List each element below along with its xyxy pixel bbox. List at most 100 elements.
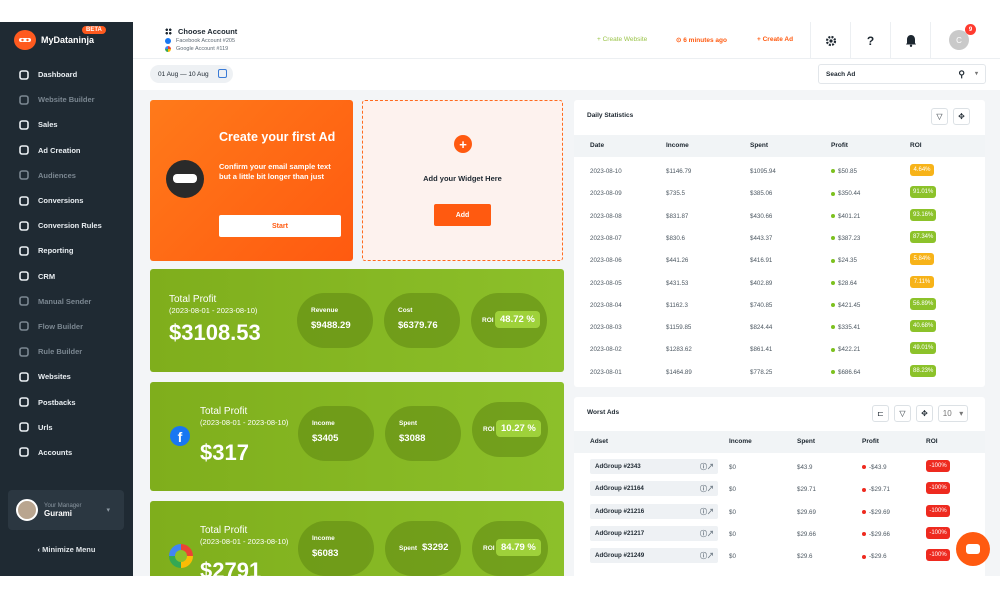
- sidebar-item-label: Reporting: [38, 246, 74, 256]
- col-roi[interactable]: ROI: [910, 142, 922, 149]
- adset-cell[interactable]: AdGroup #21216 ⓘ↗: [590, 503, 718, 519]
- create-website-link[interactable]: + Create Website: [597, 36, 647, 43]
- positive-dot-icon: [831, 169, 835, 174]
- positive-dot-icon: [831, 236, 835, 241]
- notification-badge: 9: [965, 24, 976, 35]
- hierarchy-icon[interactable]: ⊏: [872, 405, 889, 422]
- cost-value: $6379.76: [398, 320, 438, 331]
- profit-value: $335.41: [838, 324, 861, 332]
- sidebar-item-dashboard[interactable]: Dashboard: [0, 62, 133, 87]
- date-range-picker[interactable]: 01 Aug — 10 Aug: [150, 65, 233, 83]
- profit-value: -$43.9: [869, 464, 887, 471]
- brand[interactable]: MyDataninja: [14, 30, 94, 50]
- cell-profit: -$29.6: [862, 553, 887, 560]
- adset-cell[interactable]: AdGroup #21249 ⓘ↗: [590, 548, 718, 564]
- cell-income: $831.87: [666, 212, 689, 220]
- ninja-avatar-icon: [166, 160, 204, 198]
- cell-spent: $430.66: [750, 212, 773, 220]
- col-income[interactable]: Income: [666, 142, 689, 149]
- table-row: 2023-08-04 $1162.3 $740.85 $421.45 56.89%: [574, 294, 985, 316]
- sidebar-item-conversion-rules[interactable]: Conversion Rules: [0, 213, 133, 238]
- sidebar-item-reporting[interactable]: Reporting: [0, 238, 133, 263]
- plus-icon[interactable]: +: [454, 135, 472, 153]
- manager-card[interactable]: Your Manager Gurami ▾: [8, 490, 124, 530]
- start-button[interactable]: Start: [219, 215, 341, 237]
- adset-cell[interactable]: AdGroup #21217 ⓘ↗: [590, 525, 718, 541]
- positive-dot-icon: [831, 280, 835, 285]
- sidebar-item-sales[interactable]: Sales: [0, 112, 133, 137]
- sidebar-item-audiences[interactable]: Audiences: [0, 163, 133, 188]
- sidebar-item-flow-builder[interactable]: Flow Builder: [0, 314, 133, 339]
- info-external-link-icon[interactable]: ⓘ↗: [700, 484, 714, 494]
- info-external-link-icon[interactable]: ⓘ↗: [700, 529, 714, 539]
- page-size-value: 10: [942, 409, 952, 418]
- worst-ads-panel: Worst Ads ⊏ ▽ ✥ 10 ▾ Adset Income Spent P…: [574, 397, 985, 576]
- google-account: Google Account #119: [176, 46, 229, 52]
- account-chooser[interactable]: Choose Account Facebook Account #205 Goo…: [165, 27, 237, 52]
- sidebar-item-ad-creation[interactable]: Ad Creation: [0, 138, 133, 163]
- cell-profit: $422.21: [831, 346, 860, 353]
- sidebar-item-crm[interactable]: CRM: [0, 264, 133, 289]
- sidebar-item-postbacks[interactable]: Postbacks: [0, 389, 133, 414]
- profit-date: (2023-08-01 - 2023-08-10): [200, 537, 289, 546]
- cell-spent: $1095.94: [750, 168, 776, 175]
- cell-income: $0: [729, 508, 736, 516]
- sidebar-item-urls[interactable]: Urls: [0, 415, 133, 440]
- info-external-link-icon[interactable]: ⓘ↗: [700, 507, 714, 517]
- roi-pill: ROI 84.79 %: [472, 521, 548, 576]
- link-icon: [18, 421, 30, 433]
- bell-icon[interactable]: [890, 22, 930, 59]
- filter-icon[interactable]: ▽: [894, 405, 911, 422]
- chevron-down-icon[interactable]: ▾: [106, 506, 110, 514]
- sidebar-item-conversions[interactable]: Conversions: [0, 188, 133, 213]
- adset-cell[interactable]: AdGroup #21164 ⓘ↗: [590, 481, 718, 497]
- gear-icon[interactable]: [810, 22, 850, 59]
- sidebar-item-manual-sender[interactable]: Manual Sender: [0, 289, 133, 314]
- col-roi[interactable]: ROI: [926, 438, 938, 445]
- profit-title: Total Profit: [200, 406, 248, 417]
- sidebar-item-label: Urls: [38, 422, 53, 432]
- table-header: Adset Income Spent Profit ROI: [574, 431, 985, 453]
- create-card-title: Create your first Ad: [219, 130, 336, 144]
- col-profit[interactable]: Profit: [831, 142, 848, 149]
- accounts-icon: [18, 446, 30, 458]
- sidebar-item-accounts[interactable]: Accounts: [0, 440, 133, 465]
- negative-dot-icon: [862, 509, 866, 514]
- anchor-icon: [18, 396, 30, 408]
- add-widget-button[interactable]: Add: [434, 204, 491, 226]
- page-size-select[interactable]: 10 ▾: [938, 405, 968, 422]
- col-income[interactable]: Income: [729, 438, 752, 445]
- info-external-link-icon[interactable]: ⓘ↗: [700, 462, 714, 472]
- minimize-menu-button[interactable]: ‹ Minimize Menu: [0, 545, 133, 554]
- sidebar-item-websites[interactable]: Websites: [0, 364, 133, 389]
- search-ad-select[interactable]: Seach Ad ⚲ ▾: [818, 64, 986, 84]
- income-label: Income: [312, 420, 335, 427]
- help-icon[interactable]: ?: [850, 22, 890, 59]
- col-date[interactable]: Date: [590, 142, 604, 149]
- cell-income: $1162.3: [666, 301, 688, 309]
- sidebar-nav: Dashboard Website Builder Sales Ad Creation…: [0, 62, 133, 465]
- move-icon[interactable]: ✥: [953, 108, 970, 125]
- filter-icon[interactable]: ▽: [931, 108, 948, 125]
- revenue-value: $9488.29: [311, 320, 351, 331]
- table-row: AdGroup #21216 ⓘ↗ $0 $29.69 -$29.69 -100%: [574, 501, 985, 523]
- roi-label: ROI: [482, 317, 494, 324]
- sidebar-item-rule-builder[interactable]: Rule Builder: [0, 339, 133, 364]
- move-icon[interactable]: ✥: [916, 405, 933, 422]
- dashboard-icon: [18, 69, 30, 81]
- chat-button[interactable]: [956, 532, 990, 566]
- cell-income: $1159.85: [666, 324, 692, 332]
- col-adset[interactable]: Adset: [590, 438, 608, 445]
- sidebar-item-website-builder[interactable]: Website Builder: [0, 87, 133, 112]
- cell-income: $431.53: [666, 279, 689, 287]
- col-spent[interactable]: Spent: [750, 142, 768, 149]
- create-ad-link[interactable]: + Create Ad: [757, 36, 793, 43]
- profit-value: $24.35: [838, 257, 857, 265]
- search-icon: ⚲: [958, 69, 965, 79]
- col-profit[interactable]: Profit: [862, 438, 879, 445]
- adset-cell[interactable]: AdGroup #2343 ⓘ↗: [590, 459, 718, 474]
- sidebar-item-label: Accounts: [38, 447, 73, 457]
- col-spent[interactable]: Spent: [797, 438, 815, 445]
- info-external-link-icon[interactable]: ⓘ↗: [700, 551, 714, 561]
- conversion-rules-icon: [18, 220, 30, 232]
